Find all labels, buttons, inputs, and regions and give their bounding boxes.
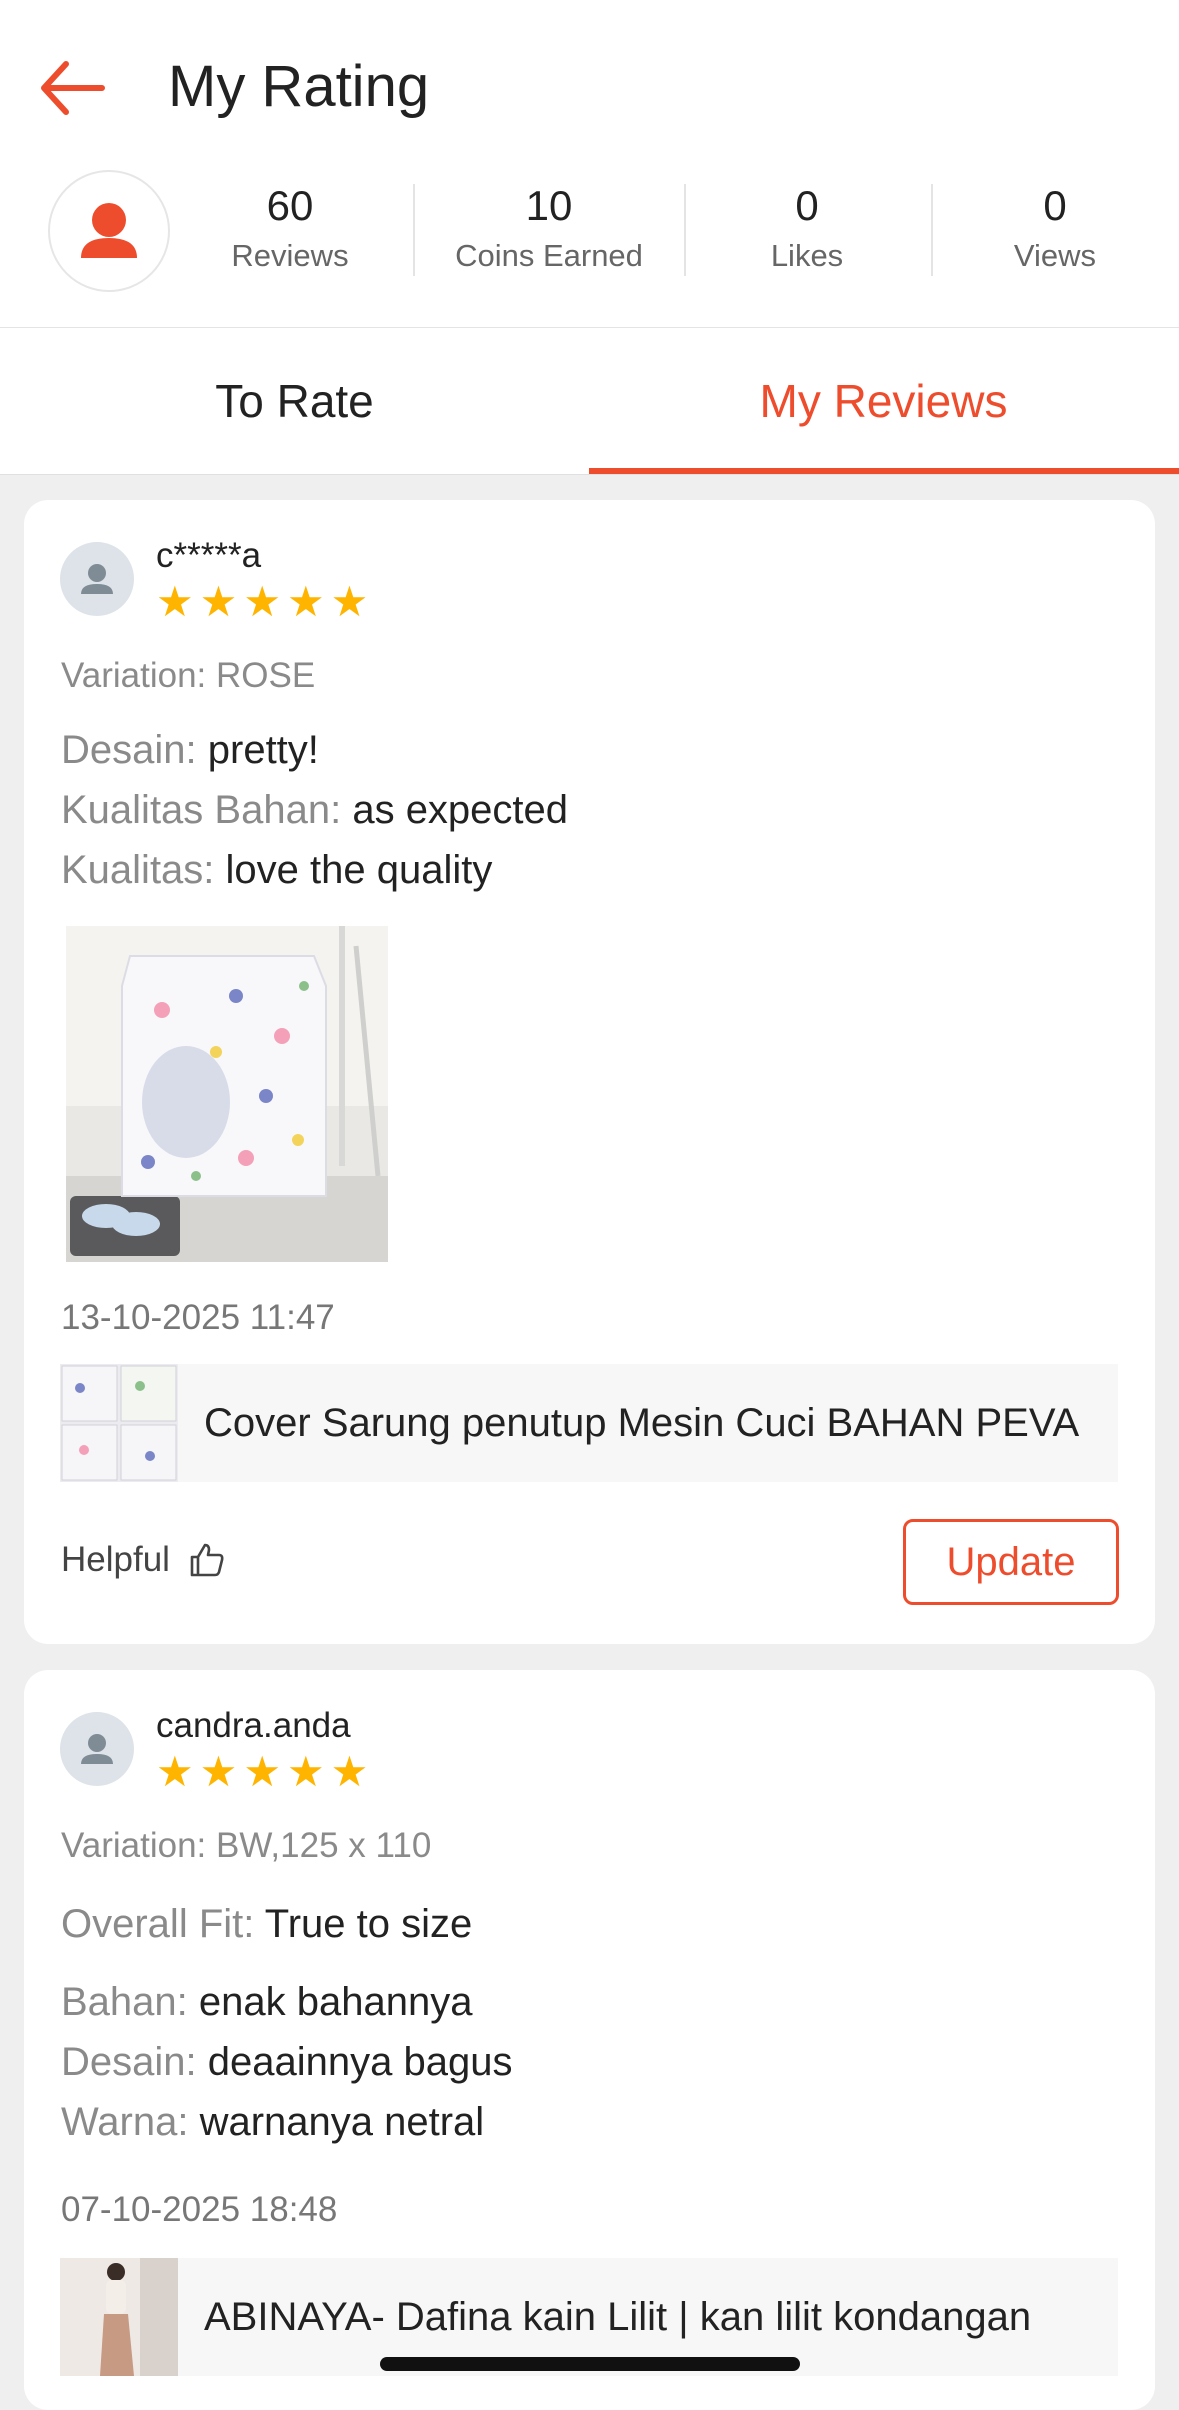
stat-label: Views <box>1013 238 1097 273</box>
review-attribute: Desain: pretty! <box>61 728 319 773</box>
review-attribute: Kualitas Bahan: as expected <box>61 788 568 833</box>
attribute-key: Kualitas Bahan: <box>61 788 342 832</box>
review-card: c*****a ★ ★ ★ ★ ★ Variation: ROSE Desain… <box>24 500 1155 1644</box>
washing-machine-cover-image <box>66 926 388 1262</box>
stat-reviews[interactable]: 60 Reviews <box>190 180 390 276</box>
attribute-key: Kualitas: <box>61 848 215 892</box>
page-title: My Rating <box>168 54 430 119</box>
divider <box>931 184 933 276</box>
star-icon: ★ <box>330 578 369 625</box>
review-attribute: Bahan: enak bahannya <box>61 1980 472 2025</box>
tab-bar: To Rate My Reviews <box>0 328 1179 475</box>
update-button[interactable]: Update <box>903 1519 1119 1605</box>
star-icon: ★ <box>330 1748 369 1795</box>
divider <box>413 184 415 276</box>
review-attribute: Warna: warnanya netral <box>61 2100 484 2145</box>
reviewer-name: c*****a <box>156 536 262 575</box>
stat-label: Likes <box>770 238 844 273</box>
tab-to-rate[interactable]: To Rate <box>0 328 589 474</box>
star-icon: ★ <box>286 578 325 625</box>
overall-fit: Overall Fit: True to size <box>61 1902 472 1947</box>
attribute-key: Bahan: <box>61 1980 188 2024</box>
attribute-value: love the quality <box>225 848 493 892</box>
stat-coins[interactable]: 10 Coins Earned <box>420 180 678 276</box>
user-icon <box>81 564 113 594</box>
stat-likes[interactable]: 0 Likes <box>690 180 924 276</box>
back-button[interactable] <box>36 50 112 126</box>
attribute-value: pretty! <box>207 728 319 772</box>
review-date: 07-10-2025 18:48 <box>61 2190 338 2229</box>
star-rating: ★ ★ ★ ★ ★ <box>156 1750 368 1794</box>
star-icon: ★ <box>156 578 194 625</box>
user-icon <box>81 203 137 258</box>
attribute-key: Desain: <box>61 2040 197 2084</box>
reviewer-avatar <box>60 542 134 616</box>
attribute-key: Warna: <box>61 2100 189 2144</box>
attribute-value: enak bahannya <box>198 1980 473 2024</box>
product-thumbnail <box>60 2258 178 2376</box>
star-icon: ★ <box>243 1748 281 1795</box>
product-image <box>60 2258 178 2376</box>
helpful-button[interactable]: Helpful <box>61 1540 226 1580</box>
product-link[interactable]: Cover Sarung penutup Mesin Cuci BAHAN PE… <box>60 1364 1118 1482</box>
star-icon: ★ <box>199 1748 238 1795</box>
review-attribute: Desain: deaainnya bagus <box>61 2040 512 2085</box>
user-icon <box>81 1734 113 1764</box>
variation-label: Variation: BW,125 x 110 <box>61 1826 432 1865</box>
review-card: candra.anda ★ ★ ★ ★ ★ Variation: BW,125 … <box>24 1670 1155 2410</box>
attribute-key: Overall Fit: <box>61 1902 255 1946</box>
header: My Rating 60 Reviews 10 Coins Earned 0 L… <box>0 0 1179 328</box>
stat-value: 0 <box>1043 182 1067 229</box>
star-icon: ★ <box>286 1748 325 1795</box>
attribute-value: warnanya netral <box>199 2100 485 2144</box>
stat-label: Reviews <box>231 238 349 273</box>
star-icon: ★ <box>243 578 281 625</box>
star-rating: ★ ★ ★ ★ ★ <box>156 580 368 624</box>
reviewer-avatar <box>60 1712 134 1786</box>
attribute-value: deaainnya bagus <box>207 2040 513 2084</box>
star-icon: ★ <box>156 1748 194 1795</box>
review-date: 13-10-2025 11:47 <box>61 1298 335 1337</box>
divider <box>684 184 686 276</box>
thumbs-up-icon <box>190 1543 224 1577</box>
home-indicator[interactable] <box>380 2357 800 2371</box>
stat-value: 0 <box>795 182 819 229</box>
stat-value: 10 <box>525 182 573 229</box>
avatar[interactable] <box>48 170 170 292</box>
reviewer-name: candra.anda <box>156 1706 351 1745</box>
stat-value: 60 <box>266 182 314 229</box>
active-tab-indicator <box>589 468 1179 474</box>
product-image <box>60 1364 178 1482</box>
helpful-label: Helpful <box>61 1540 170 1579</box>
product-name: Cover Sarung penutup Mesin Cuci BAHAN PE… <box>204 1401 1080 1445</box>
review-photo[interactable] <box>66 926 388 1262</box>
tab-my-reviews[interactable]: My Reviews <box>589 328 1178 474</box>
review-attribute: Kualitas: love the quality <box>61 848 492 893</box>
attribute-value: as expected <box>352 788 569 832</box>
product-thumbnail <box>60 1364 178 1482</box>
variation-label: Variation: ROSE <box>61 656 316 695</box>
stat-label: Coins Earned <box>455 238 643 273</box>
stat-views[interactable]: 0 Views <box>938 180 1172 276</box>
attribute-key: Desain: <box>61 728 197 772</box>
attribute-value: True to size <box>264 1902 473 1946</box>
star-icon: ★ <box>199 578 238 625</box>
arrow-left-icon <box>41 61 105 115</box>
